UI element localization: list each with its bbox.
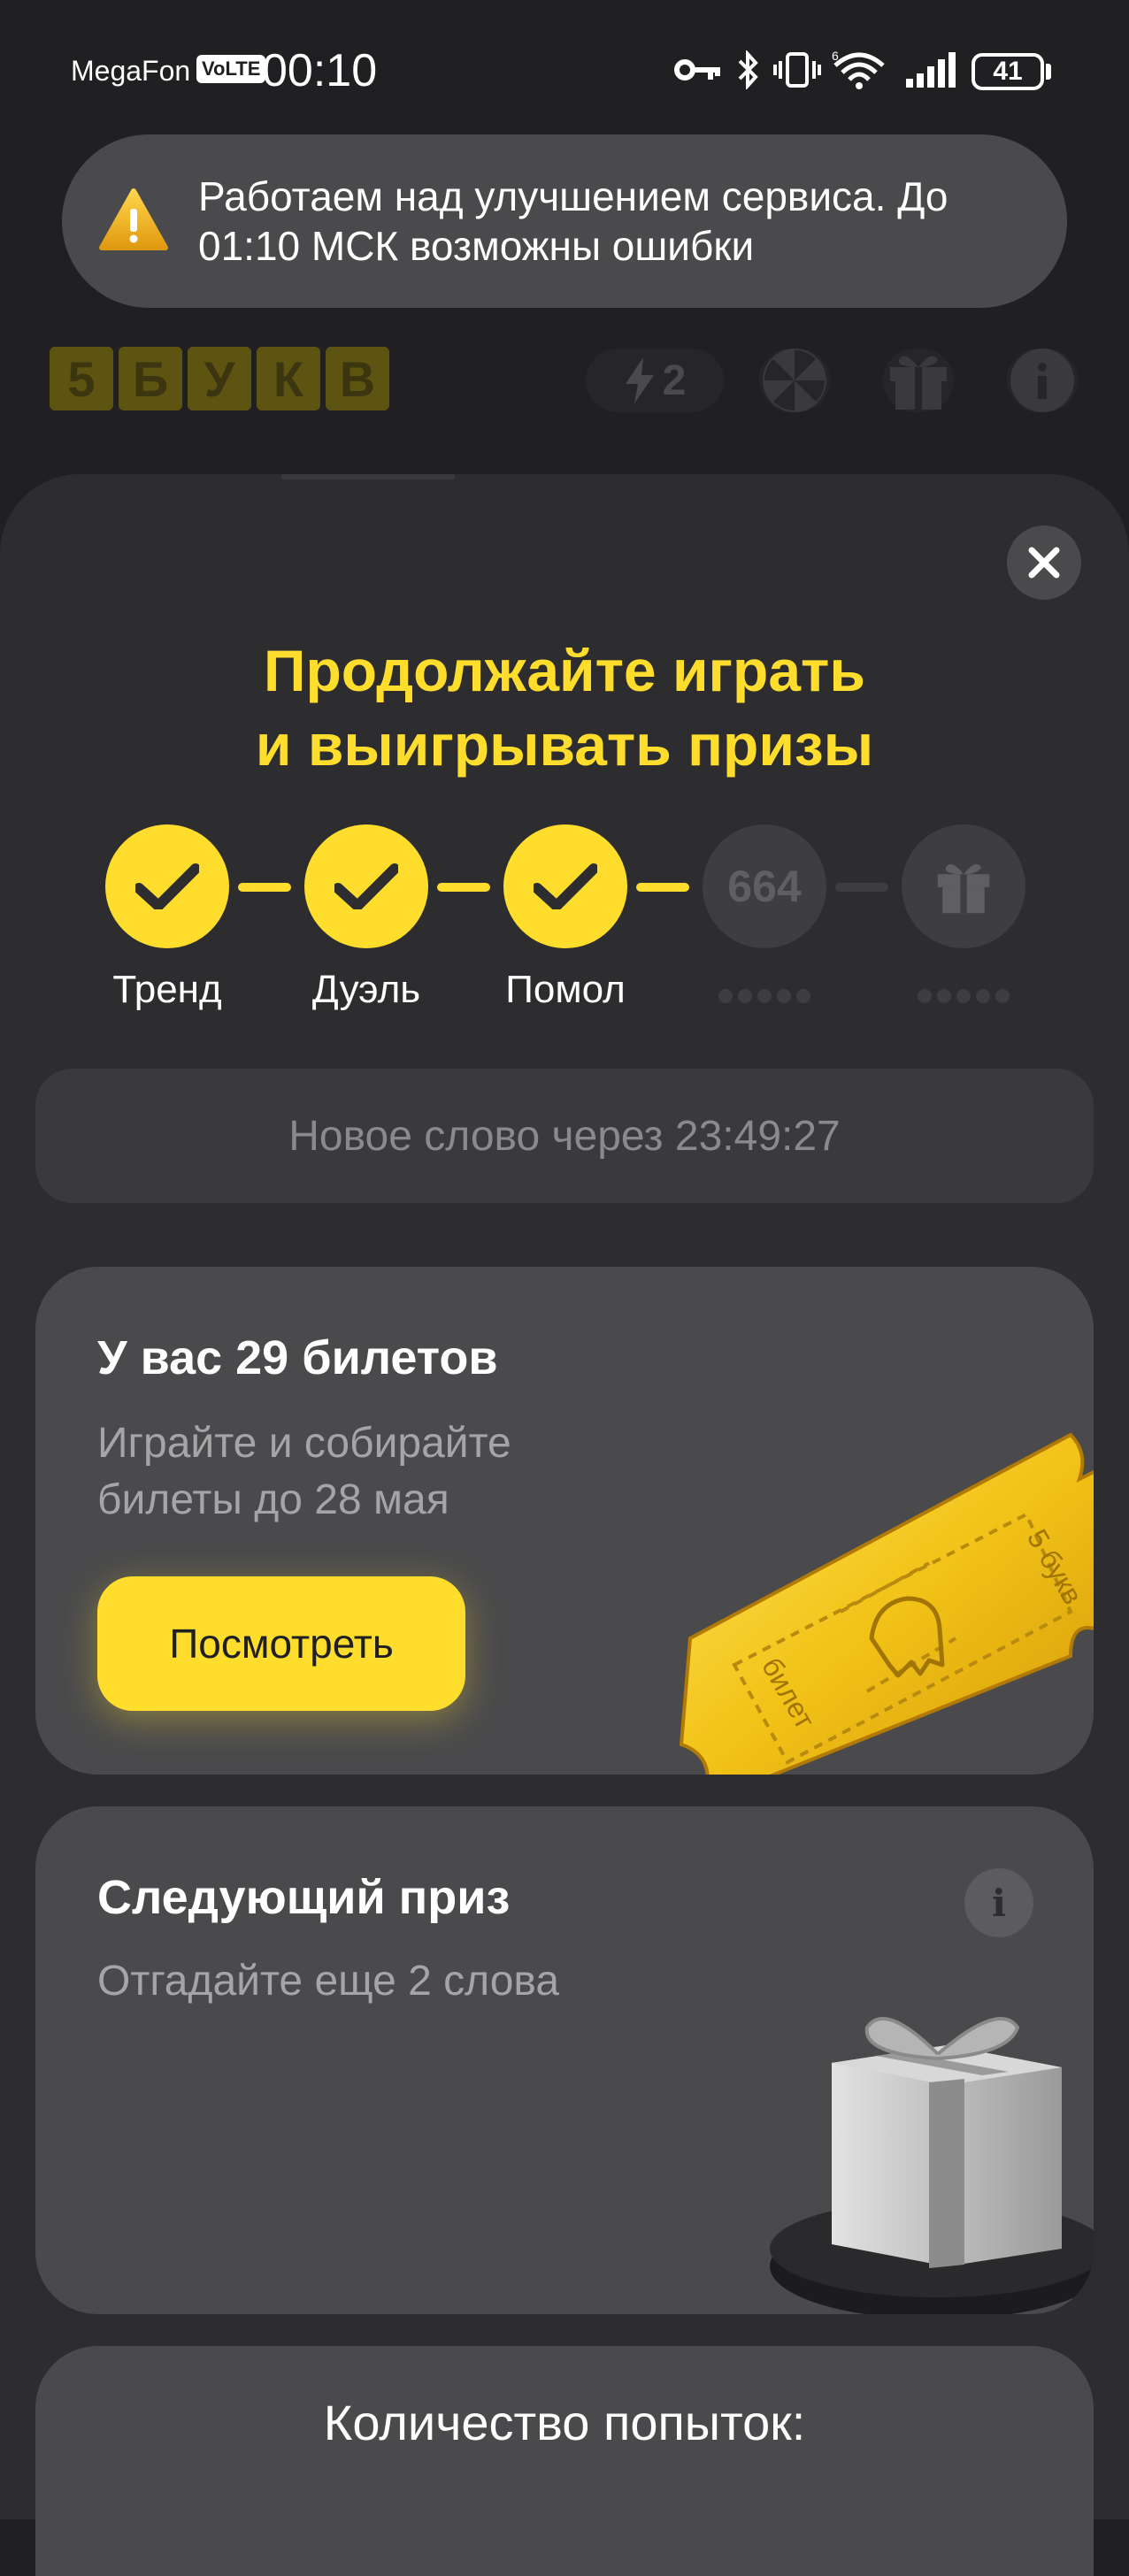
gift-icon (937, 863, 990, 914)
gift-illustration (770, 2017, 1094, 2314)
check-icon (334, 863, 398, 909)
step-connector (835, 883, 888, 892)
step-connector (636, 883, 689, 892)
lightning-icon (625, 357, 654, 403)
step-2-done (304, 824, 428, 948)
new-word-timer: Новое слово через 23:49:27 (35, 1069, 1094, 1203)
energy-button[interactable]: 2 (586, 349, 724, 412)
info-header-button[interactable] (1007, 349, 1078, 412)
logo-letter: В (326, 347, 389, 410)
step-connector (437, 883, 490, 892)
attempts-card (35, 2346, 1094, 2576)
svg-text:6: 6 (832, 50, 839, 63)
ticket-illustration: билет 5 букв (679, 1432, 1094, 1775)
close-icon (1028, 547, 1060, 579)
logo-letter: К (257, 347, 320, 410)
vibrate-icon (773, 48, 821, 92)
key-icon (674, 48, 720, 92)
step-5-gift (902, 824, 1025, 948)
gift-icon (890, 356, 947, 410)
check-icon (534, 863, 597, 909)
status-bar: MegaFon VoLTE 00:10 6 41 (0, 0, 1129, 150)
next-prize-subtitle: Отгадайте еще 2 слова (97, 1958, 560, 2005)
app-logo: 5 Б У К В (50, 347, 389, 410)
warning-icon (99, 188, 168, 250)
status-time: 00:10 (262, 45, 378, 96)
sheet-title-line1: Продолжайте играть (264, 638, 865, 703)
info-icon (1010, 349, 1074, 412)
attempts-title: Количество попыток: (323, 2395, 806, 2450)
bluetooth-icon (731, 48, 766, 92)
logo-letter: 5 (50, 347, 113, 410)
step-4-hidden-label (703, 989, 826, 1003)
logo-letter: У (188, 347, 251, 410)
step-3-label: Помол (505, 968, 626, 1011)
gift-button[interactable] (883, 349, 954, 412)
prize-info-button[interactable]: i (964, 1868, 1033, 1937)
tickets-title: У вас 29 билетов (97, 1331, 498, 1384)
sheet-title: Продолжайте играть и выигрывать призы (0, 633, 1129, 782)
signal-icon (904, 48, 957, 92)
step-connector (238, 883, 291, 892)
step-4-locked: 664 (703, 824, 826, 948)
step-3-done (503, 824, 627, 948)
close-button[interactable] (1007, 525, 1081, 600)
battery-icon: 41 (972, 53, 1044, 90)
wifi-6-icon: 6 (832, 48, 887, 92)
energy-count: 2 (662, 356, 687, 404)
next-prize-title: Следующий приз (97, 1871, 511, 1924)
sheet-title-line2: и выигрывать призы (255, 712, 874, 778)
info-icon: i (992, 1881, 1006, 1925)
wheel-button[interactable] (759, 349, 830, 412)
battery-tip (1046, 64, 1051, 80)
sheet-handle[interactable] (281, 474, 455, 479)
logo-letter: Б (119, 347, 182, 410)
view-tickets-button[interactable]: Посмотреть (97, 1576, 465, 1711)
check-icon (135, 863, 199, 909)
volte-badge: VoLTE (196, 55, 266, 83)
step-1-done (105, 824, 229, 948)
carrier-name: MegaFon (71, 55, 191, 87)
step-1-label: Тренд (112, 968, 222, 1011)
tickets-subtitle-line2: билеты до 28 мая (97, 1476, 449, 1523)
toast-message: Работаем над улучшением сервиса. До 01:1… (198, 173, 949, 269)
tickets-subtitle-line1: Играйте и собирайте (97, 1420, 511, 1467)
step-2-label: Дуэль (311, 968, 421, 1011)
wheel-icon (763, 349, 826, 412)
step-5-hidden-label (902, 989, 1025, 1003)
